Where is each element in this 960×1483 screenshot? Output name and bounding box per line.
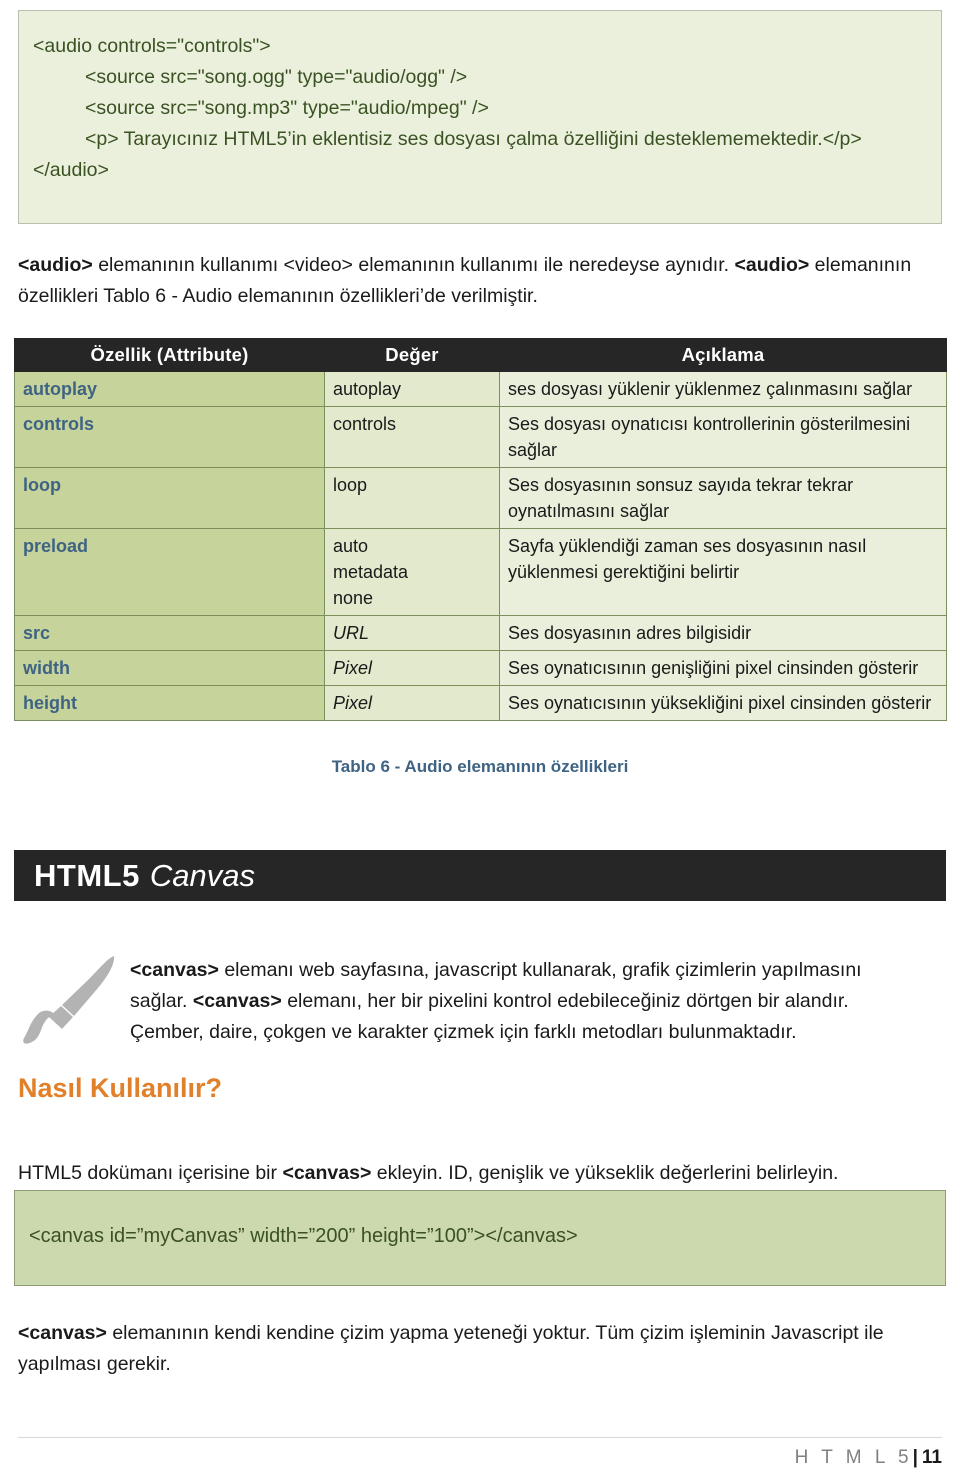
table-row: width Pixel Ses oynatıcısının genişliğin… — [14, 650, 947, 686]
audio-code-example-box: <audio controls="controls"> <source src=… — [18, 10, 942, 224]
cell-value: auto metadata none — [324, 528, 500, 616]
cell-attribute: autoplay — [14, 371, 325, 407]
cell-description: Ses oynatıcısının yüksekliğini pixel cin… — [499, 685, 947, 721]
table-row: preload auto metadata none Sayfa yüklend… — [14, 528, 947, 616]
cell-attribute: controls — [14, 406, 325, 468]
table-header-row: Özellik (Attribute) Değer Açıklama — [14, 338, 947, 372]
howto-text-1: HTML5 dokümanı içerisine bir — [18, 1162, 283, 1184]
audio-attributes-table: Özellik (Attribute) Değer Açıklama autop… — [14, 338, 947, 721]
table-caption: Tablo 6 - Audio elemanının özellikleri — [331, 757, 629, 776]
cell-value: Pixel — [324, 685, 500, 721]
canvas-tag-bold-4: <canvas> — [18, 1322, 107, 1344]
cell-value: loop — [324, 467, 500, 529]
cell-attribute: src — [14, 615, 325, 651]
cell-description: Ses oynatıcısının genişliğini pixel cins… — [499, 650, 947, 686]
document-page: <audio controls="controls"> <source src=… — [0, 0, 960, 1483]
closing-text: elemanının kendi kendine çizim yapma yet… — [18, 1322, 884, 1375]
footer-page-number: 11 — [921, 1447, 942, 1468]
cell-description: Ses dosyasının sonsuz sayıda tekrar tekr… — [499, 467, 947, 529]
cell-description: Sayfa yüklendiği zaman ses dosyasının na… — [499, 528, 947, 616]
canvas-tag-bold-3: <canvas> — [282, 1162, 372, 1184]
cell-attribute: width — [14, 650, 325, 686]
value-line: controls — [333, 414, 397, 434]
column-header-description: Açıklama — [499, 338, 947, 372]
code-line: <source src="song.mp3" type="audio/mpeg"… — [85, 97, 489, 119]
canvas-tag-bold-1: <canvas> — [130, 959, 219, 981]
canvas-code-example-box: <canvas id=”myCanvas” width=”200” height… — [14, 1190, 946, 1286]
table-row: src URL Ses dosyasının adres bilgisidir — [14, 615, 947, 651]
value-line: metadata — [333, 562, 409, 582]
footer-separator: | — [912, 1447, 922, 1468]
column-header-value: Değer — [324, 338, 500, 372]
section-banner-html5-canvas: HTML5 Canvas — [14, 850, 946, 901]
cell-description: ses dosyası yüklenir yüklenmez çalınması… — [499, 371, 947, 407]
column-header-attribute: Özellik (Attribute) — [14, 338, 325, 372]
canvas-howto-paragraph: HTML5 dokümanı içerisine bir <canvas> ek… — [18, 1158, 930, 1189]
cell-attribute: height — [14, 685, 325, 721]
cell-attribute: loop — [14, 467, 325, 529]
canvas-tag-bold-2: <canvas> — [192, 990, 282, 1012]
value-line: Pixel — [333, 658, 373, 678]
table-row: autoplay autoplay ses dosyası yüklenir y… — [14, 371, 947, 407]
canvas-description-paragraph: <canvas> elemanı web sayfasına, javascri… — [130, 955, 920, 1048]
table-row: controls controls Ses dosyası oynatıcısı… — [14, 406, 947, 468]
how-to-use-heading: Nasıl Kullanılır? — [18, 1073, 223, 1103]
cell-attribute: preload — [14, 528, 325, 616]
footer-divider — [18, 1437, 942, 1438]
code-line: <p> Tarayıcınız HTML5’in eklentisiz ses … — [85, 128, 862, 150]
cell-value: Pixel — [324, 650, 500, 686]
value-line: Pixel — [333, 693, 373, 713]
cell-value: autoplay — [324, 371, 500, 407]
canvas-closing-paragraph: <canvas> elemanının kendi kendine çizim … — [18, 1318, 930, 1380]
audio-intro-text-1: elemanının kullanımı <video> elemanının … — [92, 254, 735, 276]
cell-description: Ses dosyasının adres bilgisidir — [499, 615, 947, 651]
table-row: height Pixel Ses oynatıcısının yüksekliğ… — [14, 685, 947, 721]
banner-title-italic: Canvas — [149, 857, 255, 893]
value-line: loop — [333, 475, 368, 495]
cell-value: URL — [324, 615, 500, 651]
footer-doc-label: H T M L 5 — [794, 1447, 913, 1468]
code-line: <source src="song.ogg" type="audio/ogg" … — [85, 66, 468, 88]
paintbrush-icon — [18, 950, 128, 1055]
audio-intro-paragraph: <audio> elemanının kullanımı <video> ele… — [18, 250, 930, 312]
table-row: loop loop Ses dosyasının sonsuz sayıda t… — [14, 467, 947, 529]
value-line: autoplay — [333, 379, 402, 399]
howto-text-2: ekleyin. ID, genişlik ve yükseklik değer… — [371, 1162, 839, 1184]
value-line: URL — [333, 623, 370, 643]
banner-title-bold: HTML5 — [34, 857, 140, 893]
value-line: auto — [333, 536, 369, 556]
page-footer: H T M L 5|11 — [795, 1447, 942, 1469]
value-line: none — [333, 588, 374, 608]
cell-value: controls — [324, 406, 500, 468]
audio-tag-bold-2: <audio> — [734, 254, 810, 276]
cell-description: Ses dosyası oynatıcısı kontrollerinin gö… — [499, 406, 947, 468]
code-line: </audio> — [33, 159, 109, 181]
code-line: <canvas id=”myCanvas” width=”200” height… — [29, 1225, 578, 1247]
code-line: <audio controls="controls"> — [33, 35, 271, 57]
audio-tag-bold: <audio> — [18, 254, 93, 276]
